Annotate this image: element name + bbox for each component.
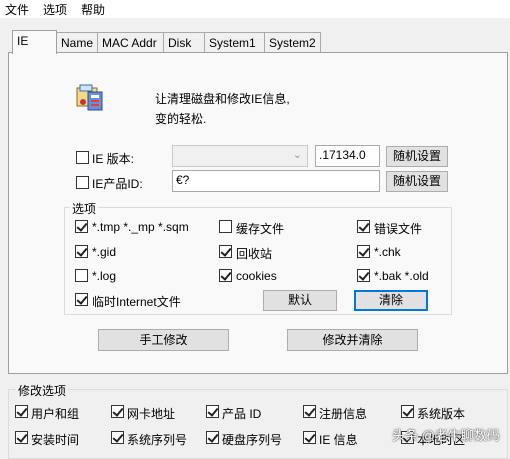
- registration-info-label: 注册信息: [319, 407, 368, 421]
- gid-files-label: *.gid: [92, 245, 117, 259]
- ie-version-random-button[interactable]: 随机设置: [386, 146, 448, 167]
- menu-bar: 文件 选项 帮助: [0, 0, 510, 18]
- gid-files-checkbox[interactable]: [75, 245, 88, 258]
- ie-product-id-random-button[interactable]: 随机设置: [386, 171, 448, 192]
- system-version-checkbox[interactable]: [401, 405, 414, 418]
- tab-system1[interactable]: System1: [204, 32, 265, 53]
- install-time-label: 安装时间: [31, 433, 80, 447]
- system-serial-checkbox[interactable]: [111, 431, 124, 444]
- menu-help[interactable]: 帮助: [80, 1, 106, 18]
- ie-info-label: IE 信息: [319, 433, 358, 447]
- cookies-label: cookies: [236, 269, 277, 283]
- clear-button[interactable]: 清除: [354, 290, 428, 311]
- chevron-down-icon: ⌄: [292, 149, 302, 161]
- watermark-text: 头条 @老牛聊数码: [392, 428, 500, 443]
- manual-modify-button[interactable]: 手工修改: [98, 329, 229, 351]
- product-id-checkbox[interactable]: [206, 405, 219, 418]
- product-id-label: 产品 ID: [222, 407, 262, 421]
- menu-file[interactable]: 文件: [4, 1, 30, 18]
- ie-product-id-field[interactable]: €?: [172, 170, 380, 192]
- default-button[interactable]: 默认: [263, 290, 337, 311]
- temp-internet-files-checkbox[interactable]: [75, 293, 88, 306]
- cookies-checkbox[interactable]: [219, 269, 232, 282]
- mac-address-label: 网卡地址: [127, 407, 176, 421]
- error-files-label: 错误文件: [374, 222, 423, 236]
- tab-system2[interactable]: System2: [264, 32, 321, 53]
- ie-product-id-label: IE产品ID:: [92, 177, 143, 191]
- temp-internet-files-label: 临时Internet文件: [92, 295, 181, 309]
- chk-files-checkbox[interactable]: [357, 245, 370, 258]
- error-files-checkbox[interactable]: [357, 220, 370, 233]
- bak-old-files-checkbox[interactable]: [357, 269, 370, 282]
- system-version-label: 系统版本: [417, 407, 466, 421]
- users-groups-checkbox[interactable]: [15, 405, 28, 418]
- ie-product-id-checkbox[interactable]: [76, 176, 89, 189]
- install-time-checkbox[interactable]: [15, 431, 28, 444]
- recycle-bin-label: 回收站: [236, 247, 273, 261]
- ie-info-checkbox[interactable]: [303, 431, 316, 444]
- ie-version-dropdown[interactable]: ⌄: [172, 145, 308, 167]
- disk-serial-label: 硬盘序列号: [222, 433, 283, 447]
- ie-version-label: IE 版本:: [92, 152, 135, 166]
- cache-files-label: 缓存文件: [236, 222, 285, 236]
- ie-version-field[interactable]: .17134.0: [315, 145, 380, 167]
- ie-version-checkbox[interactable]: [76, 151, 89, 164]
- bak-old-files-label: *.bak *.old: [374, 269, 429, 283]
- tab-name[interactable]: Name: [56, 32, 98, 53]
- registration-info-checkbox[interactable]: [303, 405, 316, 418]
- modify-and-clear-button[interactable]: 修改并清除: [287, 329, 418, 351]
- tab-mac-addr[interactable]: MAC Addr: [97, 32, 164, 53]
- log-files-checkbox[interactable]: [75, 269, 88, 282]
- intro-line-2: 变的轻松.: [155, 112, 207, 126]
- chk-files-label: *.chk: [374, 245, 401, 259]
- recycle-bin-checkbox[interactable]: [219, 245, 232, 258]
- modify-options-group-title: 修改选项: [16, 382, 69, 399]
- tab-disk[interactable]: Disk: [163, 32, 205, 53]
- intro-line-1: 让清理磁盘和修改IE信息,: [155, 92, 290, 106]
- mac-address-checkbox[interactable]: [111, 405, 124, 418]
- users-groups-label: 用户和组: [31, 407, 80, 421]
- menu-options[interactable]: 选项: [42, 1, 68, 18]
- cache-files-checkbox[interactable]: [219, 220, 232, 233]
- disk-serial-checkbox[interactable]: [206, 431, 219, 444]
- system-serial-label: 系统序列号: [127, 433, 188, 447]
- tmp-files-label: *.tmp *._mp *.sqm: [92, 220, 189, 234]
- tmp-files-checkbox[interactable]: [75, 220, 88, 233]
- cleaner-app-icon: [74, 82, 106, 114]
- log-files-label: *.log: [92, 269, 117, 283]
- tab-ie[interactable]: IE: [12, 30, 57, 54]
- options-group-title: 选项: [70, 200, 99, 217]
